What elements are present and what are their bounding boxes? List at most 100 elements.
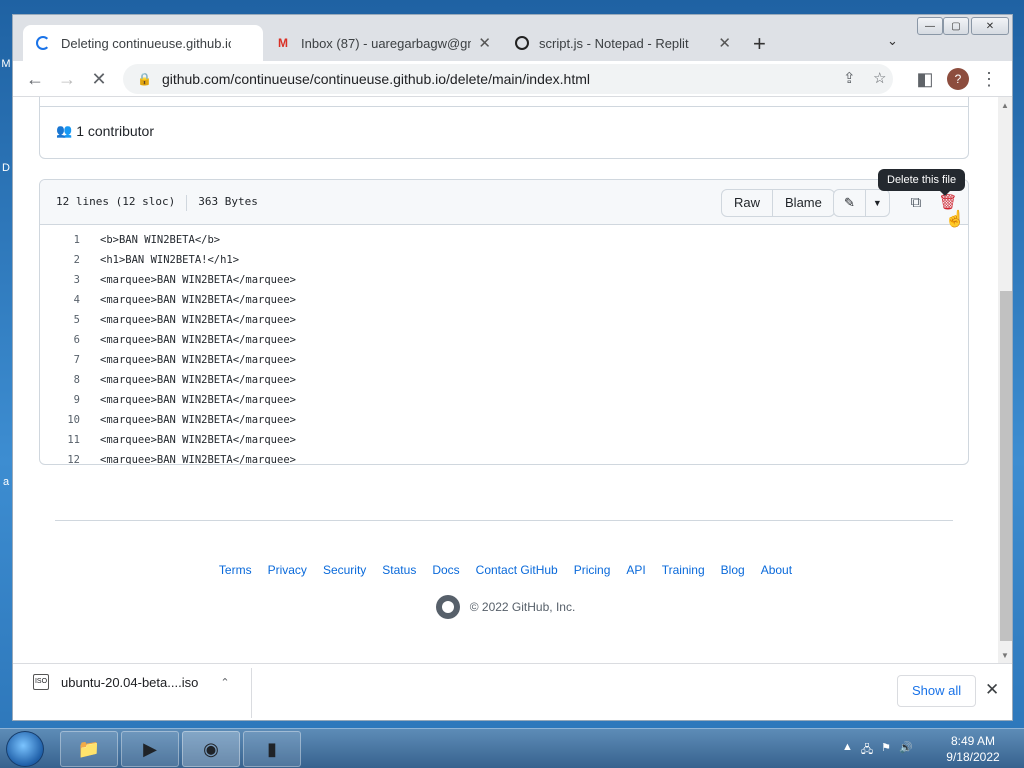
scroll-thumb[interactable] xyxy=(1000,291,1012,641)
line-number[interactable]: 2 xyxy=(40,250,80,270)
line-number[interactable]: 6 xyxy=(40,330,80,350)
forward-arrow-icon[interactable]: → xyxy=(55,67,79,91)
line-number[interactable]: 9 xyxy=(40,390,80,410)
page-scrollbar[interactable]: ▲ ▼ xyxy=(998,97,1012,663)
tab-title: Inbox (87) - uaregarbagw@gmail xyxy=(301,35,471,51)
scroll-down-icon[interactable]: ▼ xyxy=(1001,651,1009,660)
footer-link-terms[interactable]: Terms xyxy=(219,563,252,577)
iso-file-icon: ISO xyxy=(33,674,49,690)
network-icon[interactable]: 🖧 xyxy=(861,741,873,760)
code-line: 1 <b>BAN WIN2BETA</b> xyxy=(40,230,968,250)
show-all-button[interactable]: Show all xyxy=(897,675,977,707)
line-number[interactable]: 4 xyxy=(40,290,80,310)
line-content: <marquee>BAN WIN2BETA</marquee> xyxy=(100,354,296,366)
raw-button[interactable]: Raw xyxy=(722,190,774,216)
footer-copyright: © 2022 GitHub, Inc. xyxy=(13,595,998,619)
address-bar[interactable]: 🔒 github.com/continueuse/continueuse.git… xyxy=(123,64,893,94)
contributors-link[interactable]: 👥 1 contributor xyxy=(56,123,154,139)
close-tab-icon[interactable]: ✕ xyxy=(718,34,731,52)
edit-group: ✎ ▼ xyxy=(833,189,890,217)
kebab-menu-icon[interactable]: ⋮ xyxy=(977,67,1001,91)
window-close-button[interactable]: ✕ xyxy=(971,17,1009,35)
line-content: <marquee>BAN WIN2BETA</marquee> xyxy=(100,374,296,386)
code-line: 12 <marquee>BAN WIN2BETA</marquee> xyxy=(40,450,968,465)
line-content: <marquee>BAN WIN2BETA</marquee> xyxy=(100,394,296,406)
file-line-count: 12 lines (12 sloc) xyxy=(56,195,176,208)
footer-divider xyxy=(55,520,953,521)
profile-avatar[interactable]: ? xyxy=(947,68,969,90)
download-item[interactable]: ISO ubuntu-20.04-beta....iso ⌃ xyxy=(33,674,230,690)
back-arrow-icon[interactable]: ← xyxy=(23,67,47,91)
line-number[interactable]: 10 xyxy=(40,410,80,430)
close-tab-icon[interactable]: ✕ xyxy=(478,34,491,52)
pencil-icon[interactable]: ✎ xyxy=(834,190,866,216)
share-icon[interactable]: ⇪ xyxy=(843,64,856,94)
line-number[interactable]: 7 xyxy=(40,350,80,370)
media-player-icon[interactable]: ▶ xyxy=(121,731,179,767)
footer-link-training[interactable]: Training xyxy=(662,563,705,577)
line-content: <marquee>BAN WIN2BETA</marquee> xyxy=(100,314,296,326)
close-shelf-icon[interactable]: ✕ xyxy=(985,680,999,700)
line-number[interactable]: 12 xyxy=(40,450,80,464)
footer-link-privacy[interactable]: Privacy xyxy=(268,563,307,577)
file-explorer-icon[interactable]: 📁 xyxy=(60,731,118,767)
tab-gmail-inbox[interactable]: M Inbox (87) - uaregarbagw@gmail ✕ xyxy=(263,25,503,61)
footer-link-status[interactable]: Status xyxy=(382,563,416,577)
chrome-icon[interactable]: ◉ xyxy=(182,731,240,767)
line-number[interactable]: 5 xyxy=(40,310,80,330)
footer-link-about[interactable]: About xyxy=(761,563,792,577)
download-filename: ubuntu-20.04-beta....iso xyxy=(61,674,199,690)
footer-links: Terms Privacy Security Status Docs Contact Gi… xyxy=(13,563,998,577)
tab-replit[interactable]: script.js - Notepad - Replit ✕ xyxy=(503,25,743,61)
footer-link-security[interactable]: Security xyxy=(323,563,366,577)
copy-icon[interactable]: ⧉ xyxy=(902,189,930,217)
line-number[interactable]: 3 xyxy=(40,270,80,290)
action-center-icon[interactable]: ⚑ xyxy=(881,741,891,760)
footer-link-docs[interactable]: Docs xyxy=(432,563,459,577)
people-icon: 👥 xyxy=(56,123,73,138)
contributors-box: 👥 1 contributor xyxy=(39,97,969,159)
blame-button[interactable]: Blame xyxy=(773,190,834,216)
scroll-up-icon[interactable]: ▲ xyxy=(1001,101,1009,110)
line-content: <marquee>BAN WIN2BETA</marquee> xyxy=(100,454,296,465)
bookmark-star-icon[interactable]: ☆ xyxy=(873,64,886,94)
command-prompt-icon[interactable]: ▮ xyxy=(243,731,301,767)
line-content: <marquee>BAN WIN2BETA</marquee> xyxy=(100,274,296,286)
code-line: 2 <h1>BAN WIN2BETA!</h1> xyxy=(40,250,968,270)
tab-deleting-file[interactable]: Deleting continueuse.github.io/i xyxy=(23,25,263,61)
desktop-icon-fragment: M xyxy=(1,58,11,70)
desktop-icon-fragment: D xyxy=(2,162,10,174)
download-shelf: ISO ubuntu-20.04-beta....iso ⌃ Show all … xyxy=(13,663,1012,720)
chevron-up-icon[interactable]: ⌃ xyxy=(220,676,229,689)
taskbar-clock[interactable]: 8:49 AM 9/18/2022 xyxy=(940,733,1006,765)
maximize-button[interactable]: ▢ xyxy=(943,17,969,35)
volume-icon[interactable]: 🔊 xyxy=(899,741,913,760)
footer-link-api[interactable]: API xyxy=(626,563,645,577)
caret-down-icon[interactable]: ▼ xyxy=(866,190,889,216)
new-tab-button[interactable]: + xyxy=(753,31,766,57)
line-number[interactable]: 1 xyxy=(40,230,80,250)
file-header: 12 lines (12 sloc) 363 Bytes Raw Blame ✎… xyxy=(40,180,968,225)
code-line: 6 <marquee>BAN WIN2BETA</marquee> xyxy=(40,330,968,350)
file-viewer: 12 lines (12 sloc) 363 Bytes Raw Blame ✎… xyxy=(39,179,969,465)
tray-expand-icon[interactable]: ▲ xyxy=(842,741,853,760)
line-content: <marquee>BAN WIN2BETA</marquee> xyxy=(100,334,296,346)
replit-icon xyxy=(515,36,529,50)
system-tray: ▲ 🖧 ⚑ 🔊 xyxy=(842,741,913,760)
raw-blame-group: Raw Blame xyxy=(721,189,835,217)
footer-link-blog[interactable]: Blog xyxy=(721,563,745,577)
desktop-icon-fragment: a xyxy=(2,476,10,488)
stop-loading-icon[interactable]: ✕ xyxy=(87,67,111,91)
browser-toolbar: ← → ✕ 🔒 github.com/continueuse/continueu… xyxy=(13,61,1012,97)
start-button[interactable] xyxy=(6,731,44,767)
line-number[interactable]: 11 xyxy=(40,430,80,450)
line-number[interactable]: 8 xyxy=(40,370,80,390)
github-logo-icon[interactable] xyxy=(435,595,460,619)
minimize-button[interactable]: — xyxy=(917,17,943,35)
lock-icon: 🔒 xyxy=(137,72,152,86)
tab-search-chevron-icon[interactable]: ⌄ xyxy=(887,33,898,49)
footer-link-pricing[interactable]: Pricing xyxy=(574,563,611,577)
code-line: 4 <marquee>BAN WIN2BETA</marquee> xyxy=(40,290,968,310)
side-panel-icon[interactable]: ◧ xyxy=(913,67,937,91)
footer-link-contact-github[interactable]: Contact GitHub xyxy=(476,563,558,577)
